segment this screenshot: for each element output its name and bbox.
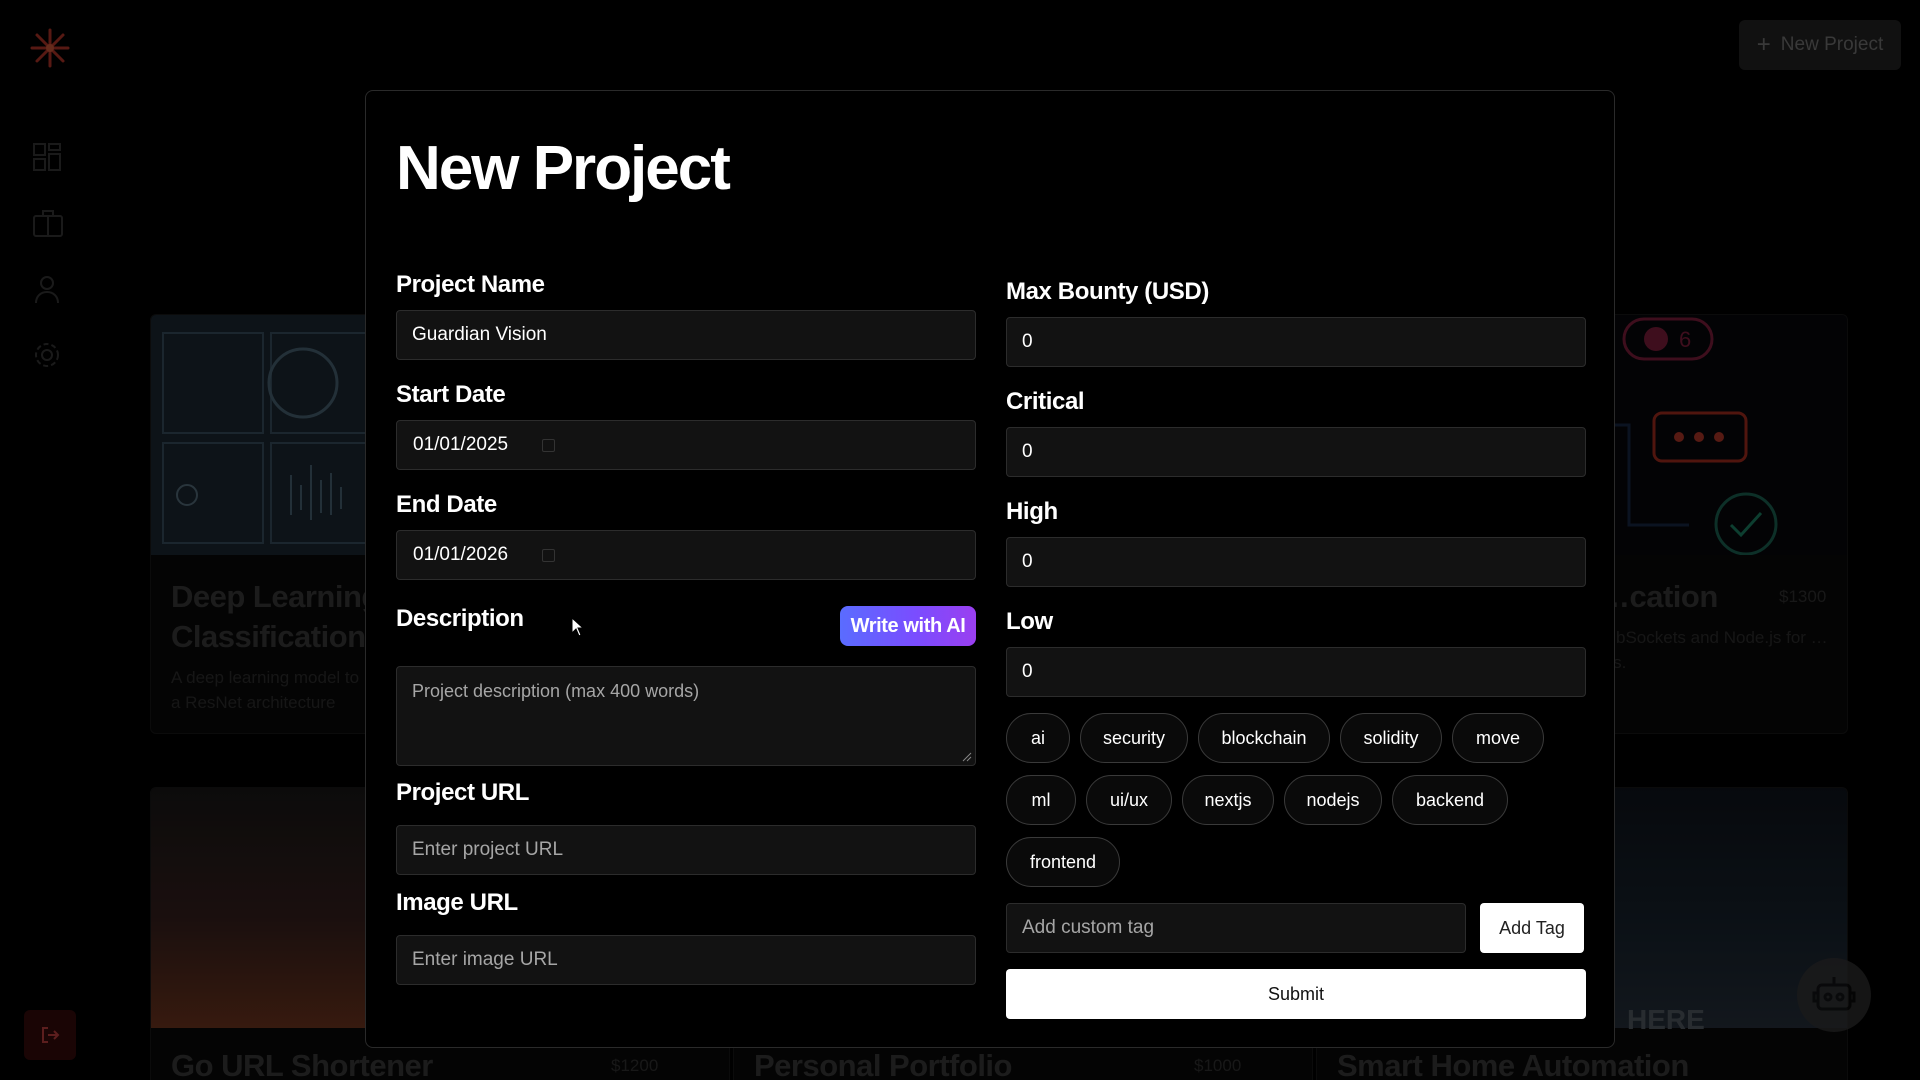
critical-input[interactable] xyxy=(1006,427,1586,477)
notification-badge: 6 xyxy=(1679,327,1691,352)
card-price: $1300 xyxy=(1779,587,1827,606)
tag-ml[interactable]: ml xyxy=(1006,775,1076,825)
new-project-modal: New Project Project Name Start Date 01/0… xyxy=(365,90,1615,1048)
tag-nextjs[interactable]: nextjs xyxy=(1182,775,1274,825)
calendar-icon[interactable] xyxy=(542,438,556,452)
card-price: $1200 xyxy=(611,1056,659,1075)
tag-ui-ux[interactable]: ui/ux xyxy=(1086,775,1172,825)
project-card[interactable]: 6 $1300 …cation …bSockets and Node.js fo… xyxy=(1598,314,1848,734)
overlay-text: HERE xyxy=(1627,1004,1705,1035)
new-project-button[interactable]: + New Project xyxy=(1739,20,1901,70)
tag-move[interactable]: move xyxy=(1452,713,1544,763)
card-image: 6 xyxy=(1599,315,1847,556)
high-input[interactable] xyxy=(1006,537,1586,587)
end-date-label: End Date xyxy=(396,491,497,518)
max-bounty-input[interactable] xyxy=(1006,317,1586,367)
settings-gear-icon[interactable] xyxy=(32,340,62,370)
add-tag-button[interactable]: Add Tag xyxy=(1480,903,1584,953)
modal-title: New Project xyxy=(396,134,731,203)
end-date-input[interactable]: 01/01/2026 xyxy=(396,530,976,580)
card-title: Personal Portfolio xyxy=(754,1048,1012,1080)
calendar-icon[interactable] xyxy=(542,548,556,562)
description-textarea[interactable] xyxy=(396,666,976,766)
chatbot-robot-icon[interactable] xyxy=(1797,958,1871,1032)
project-url-input[interactable] xyxy=(396,825,976,875)
app-logo-icon[interactable] xyxy=(30,28,70,68)
write-with-ai-button[interactable]: Write with AI xyxy=(840,606,976,646)
low-label: Low xyxy=(1006,608,1053,635)
submit-button[interactable]: Submit xyxy=(1006,969,1586,1019)
start-date-label: Start Date xyxy=(396,381,506,408)
resize-handle-icon[interactable] xyxy=(962,752,972,762)
sidebar xyxy=(0,0,100,1080)
critical-label: Critical xyxy=(1006,388,1085,415)
logout-button[interactable] xyxy=(24,1010,76,1060)
project-name-input[interactable] xyxy=(396,310,976,360)
card-title: …cation xyxy=(1599,579,1718,614)
tag-backend[interactable]: backend xyxy=(1392,775,1508,825)
tag-frontend[interactable]: frontend xyxy=(1006,837,1120,887)
card-description: …bSockets and Node.js for …nts. xyxy=(1599,628,1828,672)
low-input[interactable] xyxy=(1006,647,1586,697)
briefcase-icon[interactable] xyxy=(32,208,63,238)
dashboard-icon[interactable] xyxy=(32,142,62,172)
high-label: High xyxy=(1006,498,1058,525)
tag-security[interactable]: security xyxy=(1080,713,1188,763)
max-bounty-label: Max Bounty (USD) xyxy=(1006,278,1209,305)
tag-blockchain[interactable]: blockchain xyxy=(1198,713,1330,763)
image-url-label: Image URL xyxy=(396,889,518,916)
project-url-label: Project URL xyxy=(396,779,529,806)
start-date-input[interactable]: 01/01/2025 xyxy=(396,420,976,470)
project-name-label: Project Name xyxy=(396,271,545,298)
tag-ai[interactable]: ai xyxy=(1006,713,1070,763)
description-label: Description xyxy=(396,605,524,632)
user-icon[interactable] xyxy=(32,274,62,304)
mouse-cursor-icon xyxy=(571,617,585,637)
tag-nodejs[interactable]: nodejs xyxy=(1284,775,1382,825)
tag-solidity[interactable]: solidity xyxy=(1340,713,1442,763)
image-url-input[interactable] xyxy=(396,935,976,985)
card-price: $1000 xyxy=(1194,1056,1242,1075)
plus-icon: + xyxy=(1756,31,1771,58)
custom-tag-input[interactable] xyxy=(1006,903,1466,953)
card-title: Smart Home Automation xyxy=(1337,1048,1689,1080)
card-title: Go URL Shortener xyxy=(171,1048,433,1080)
